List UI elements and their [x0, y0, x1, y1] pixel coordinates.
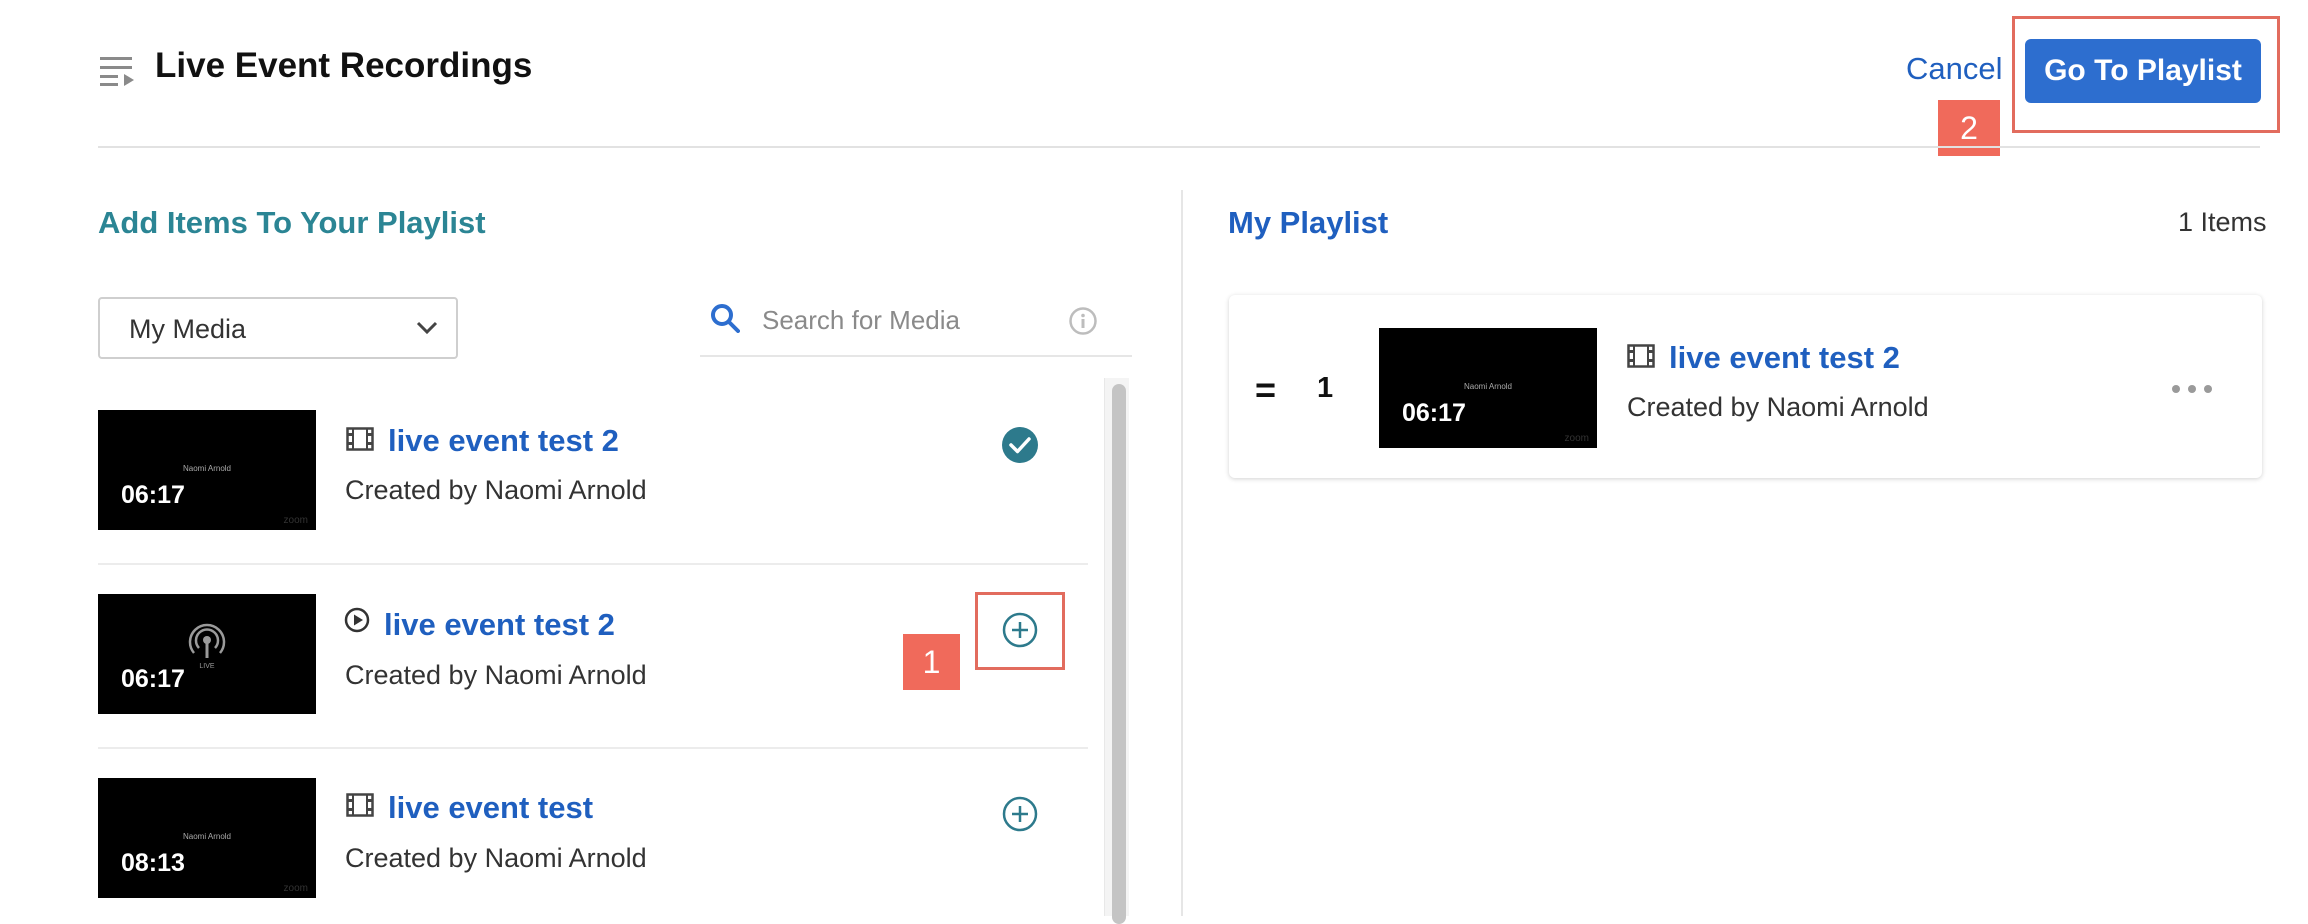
thumbnail-caption: Naomi Arnold [182, 464, 232, 473]
media-thumbnail[interactable]: Naomi Arnold 08:13 zoom [98, 778, 316, 898]
film-icon [1627, 344, 1655, 368]
info-icon[interactable] [1068, 306, 1098, 336]
panel-divider [1181, 190, 1183, 916]
media-item-creator: Created by Naomi Arnold [345, 660, 647, 690]
playlist-item-duration: 06:17 [1402, 399, 1466, 427]
media-source-dropdown[interactable]: My Media [98, 297, 458, 359]
playlist-item-index: 1 [1317, 372, 1334, 404]
more-options-icon[interactable] [2170, 382, 2214, 396]
search-underline [700, 355, 1132, 357]
play-circle-icon [344, 607, 370, 633]
playlist-item-count: 1 Items [2178, 207, 2267, 237]
search-icon[interactable] [710, 303, 740, 333]
step-badge-1: 1 [903, 634, 960, 690]
thumbnail-caption: Naomi Arnold [1463, 382, 1513, 391]
highlight-frame-go-to-playlist [2012, 16, 2280, 133]
media-item-creator: Created by Naomi Arnold [345, 475, 647, 505]
thumbnail-watermark: zoom [283, 883, 308, 894]
svg-text:LIVE: LIVE [199, 663, 215, 670]
add-items-heading: Add Items To Your Playlist [98, 205, 486, 240]
media-item-creator: Created by Naomi Arnold [345, 843, 647, 873]
media-duration: 06:17 [121, 481, 185, 509]
highlight-frame-add-button [975, 592, 1065, 670]
live-broadcast-icon: LIVE [188, 623, 226, 670]
film-icon [346, 793, 374, 817]
media-duration: 06:17 [121, 665, 185, 693]
media-thumbnail[interactable]: Naomi Arnold 06:17 zoom [98, 410, 316, 530]
chevron-down-icon [416, 321, 438, 335]
row-divider [98, 747, 1088, 749]
thumbnail-watermark: zoom [1564, 433, 1589, 444]
scrollbar-thumb[interactable] [1112, 384, 1126, 924]
media-item-title[interactable]: live event test 2 [384, 607, 615, 643]
film-icon [346, 427, 374, 451]
cancel-button[interactable]: Cancel [1906, 51, 2003, 87]
media-item-title[interactable]: live event test 2 [388, 423, 619, 459]
header-divider [98, 146, 2260, 148]
thumbnail-caption: Naomi Arnold [182, 832, 232, 841]
row-divider [98, 563, 1088, 565]
playlist-item-thumbnail[interactable]: Naomi Arnold 06:17 zoom [1379, 328, 1597, 448]
playlist-icon [100, 57, 134, 86]
media-thumbnail[interactable]: LIVE 06:17 [98, 594, 316, 714]
drag-handle-icon[interactable]: = [1255, 369, 1276, 411]
page-title: Live Event Recordings [155, 46, 533, 85]
add-circle-icon[interactable] [1000, 794, 1040, 834]
thumbnail-watermark: zoom [283, 515, 308, 526]
media-source-selected: My Media [129, 314, 247, 344]
playlist-item-title[interactable]: live event test 2 [1669, 340, 1900, 376]
check-circle-icon[interactable] [1000, 425, 1040, 465]
media-item-title[interactable]: live event test [388, 790, 593, 826]
my-playlist-heading: My Playlist [1228, 205, 1389, 240]
search-media-input[interactable] [762, 300, 1052, 340]
media-duration: 08:13 [121, 849, 185, 877]
playlist-item-creator: Created by Naomi Arnold [1627, 392, 1929, 422]
